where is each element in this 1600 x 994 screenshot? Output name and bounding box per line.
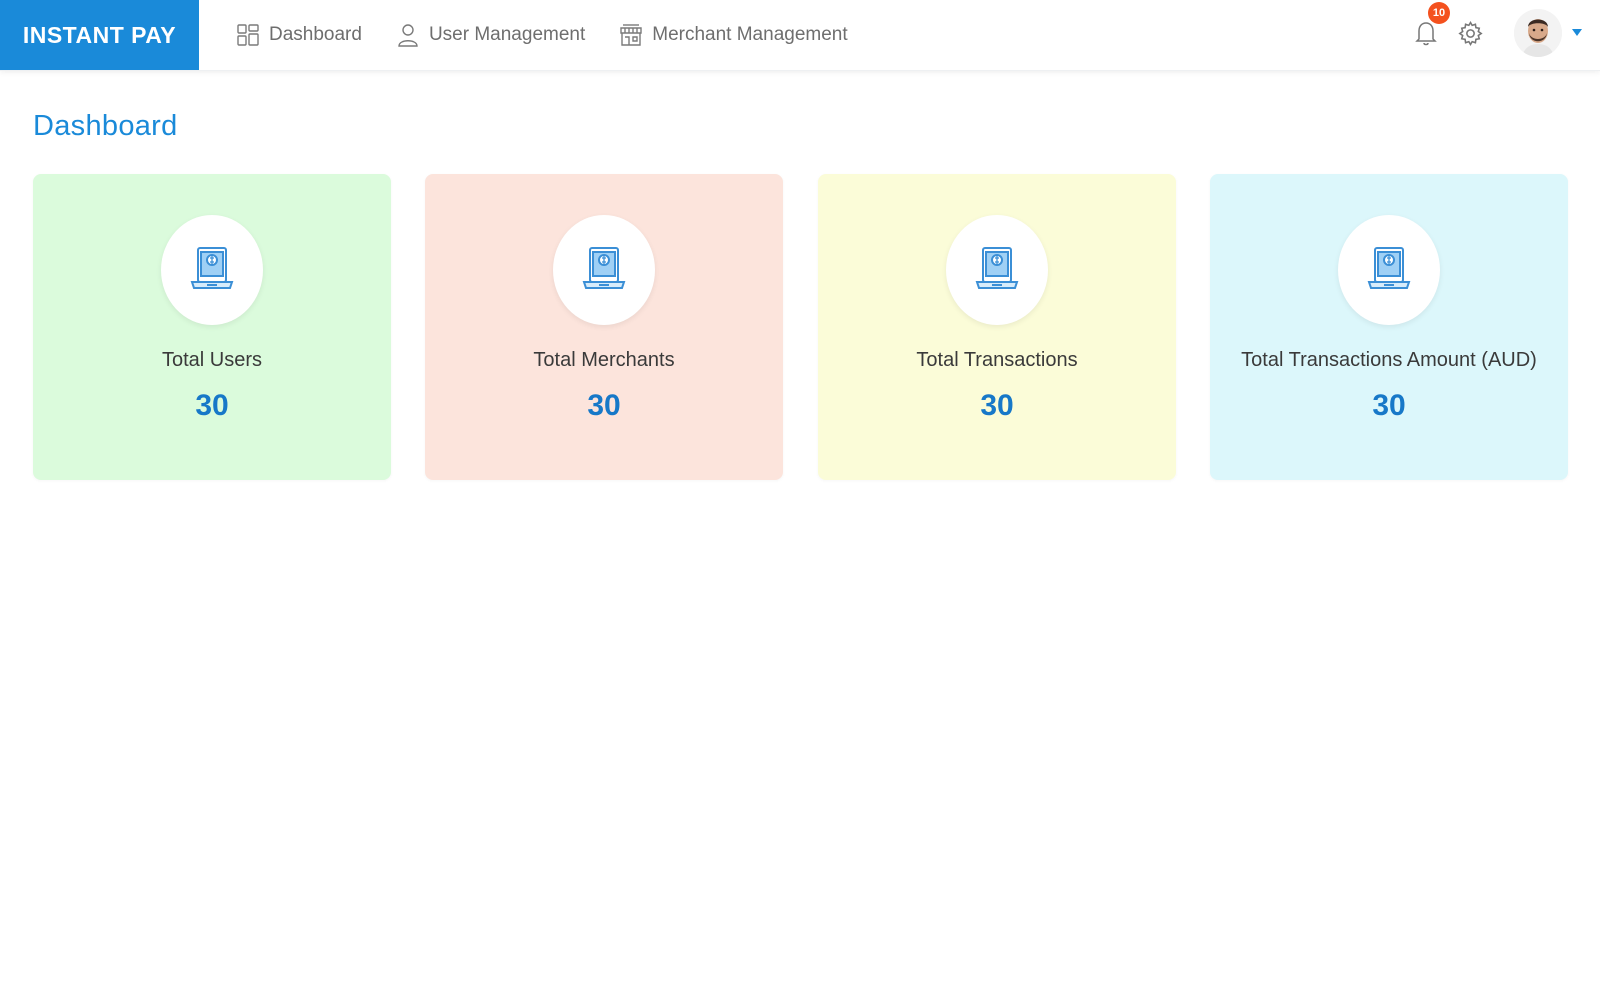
- notification-count-badge[interactable]: 10: [1428, 2, 1450, 24]
- store-icon: [619, 23, 643, 47]
- stat-card-total-transactions[interactable]: Total Transactions 30: [818, 174, 1176, 480]
- payment-device-icon: [1367, 244, 1411, 297]
- bell-icon[interactable]: [1414, 20, 1438, 46]
- user-icon: [396, 23, 420, 47]
- stat-icon-circle: [1338, 215, 1440, 325]
- nav-item-label: User Management: [428, 24, 586, 45]
- stat-card-total-merchants[interactable]: Total Merchants 30: [425, 174, 783, 480]
- nav-item-user-management[interactable]: User Management: [396, 23, 585, 47]
- stat-label: Total Users: [161, 349, 263, 371]
- main-nav: Dashboard User Management Merchant Manag…: [236, 0, 882, 70]
- top-navbar: INSTANT PAY Dashboard User Management Me…: [0, 0, 1600, 71]
- stat-label: Total Merchants: [533, 349, 675, 371]
- dashboard-grid-icon: [236, 23, 260, 47]
- page-title: Dashboard: [33, 110, 178, 142]
- gear-icon[interactable]: [1458, 21, 1483, 46]
- payment-device-icon: [582, 244, 626, 297]
- stat-value: 30: [1372, 389, 1406, 422]
- stat-icon-circle: [946, 215, 1048, 325]
- nav-item-label: Dashboard: [269, 24, 362, 45]
- stat-label: Total Transactions: [916, 349, 1078, 371]
- stats-cards: Total Users 30 Total Merchants 30 Total …: [33, 174, 1569, 481]
- nav-item-label: Merchant Management: [652, 24, 848, 45]
- stat-value: 30: [980, 389, 1014, 422]
- stat-card-total-transactions-amount[interactable]: Total Transactions Amount (AUD) 30: [1210, 174, 1568, 480]
- stat-icon-circle: [553, 215, 655, 325]
- stat-label: Total Transactions Amount (AUD): [1241, 349, 1537, 371]
- nav-item-dashboard[interactable]: Dashboard: [236, 23, 362, 47]
- stat-value: 30: [587, 389, 621, 422]
- payment-device-icon: [975, 244, 1019, 297]
- brand-logo[interactable]: INSTANT PAY: [0, 0, 199, 70]
- avatar[interactable]: [1514, 9, 1562, 57]
- nav-item-merchant-management[interactable]: Merchant Management: [619, 23, 848, 47]
- stat-icon-circle: [161, 215, 263, 325]
- chevron-down-icon[interactable]: [1570, 25, 1584, 39]
- payment-device-icon: [190, 244, 234, 297]
- stat-card-total-users[interactable]: Total Users 30: [33, 174, 391, 480]
- stat-value: 30: [195, 389, 229, 422]
